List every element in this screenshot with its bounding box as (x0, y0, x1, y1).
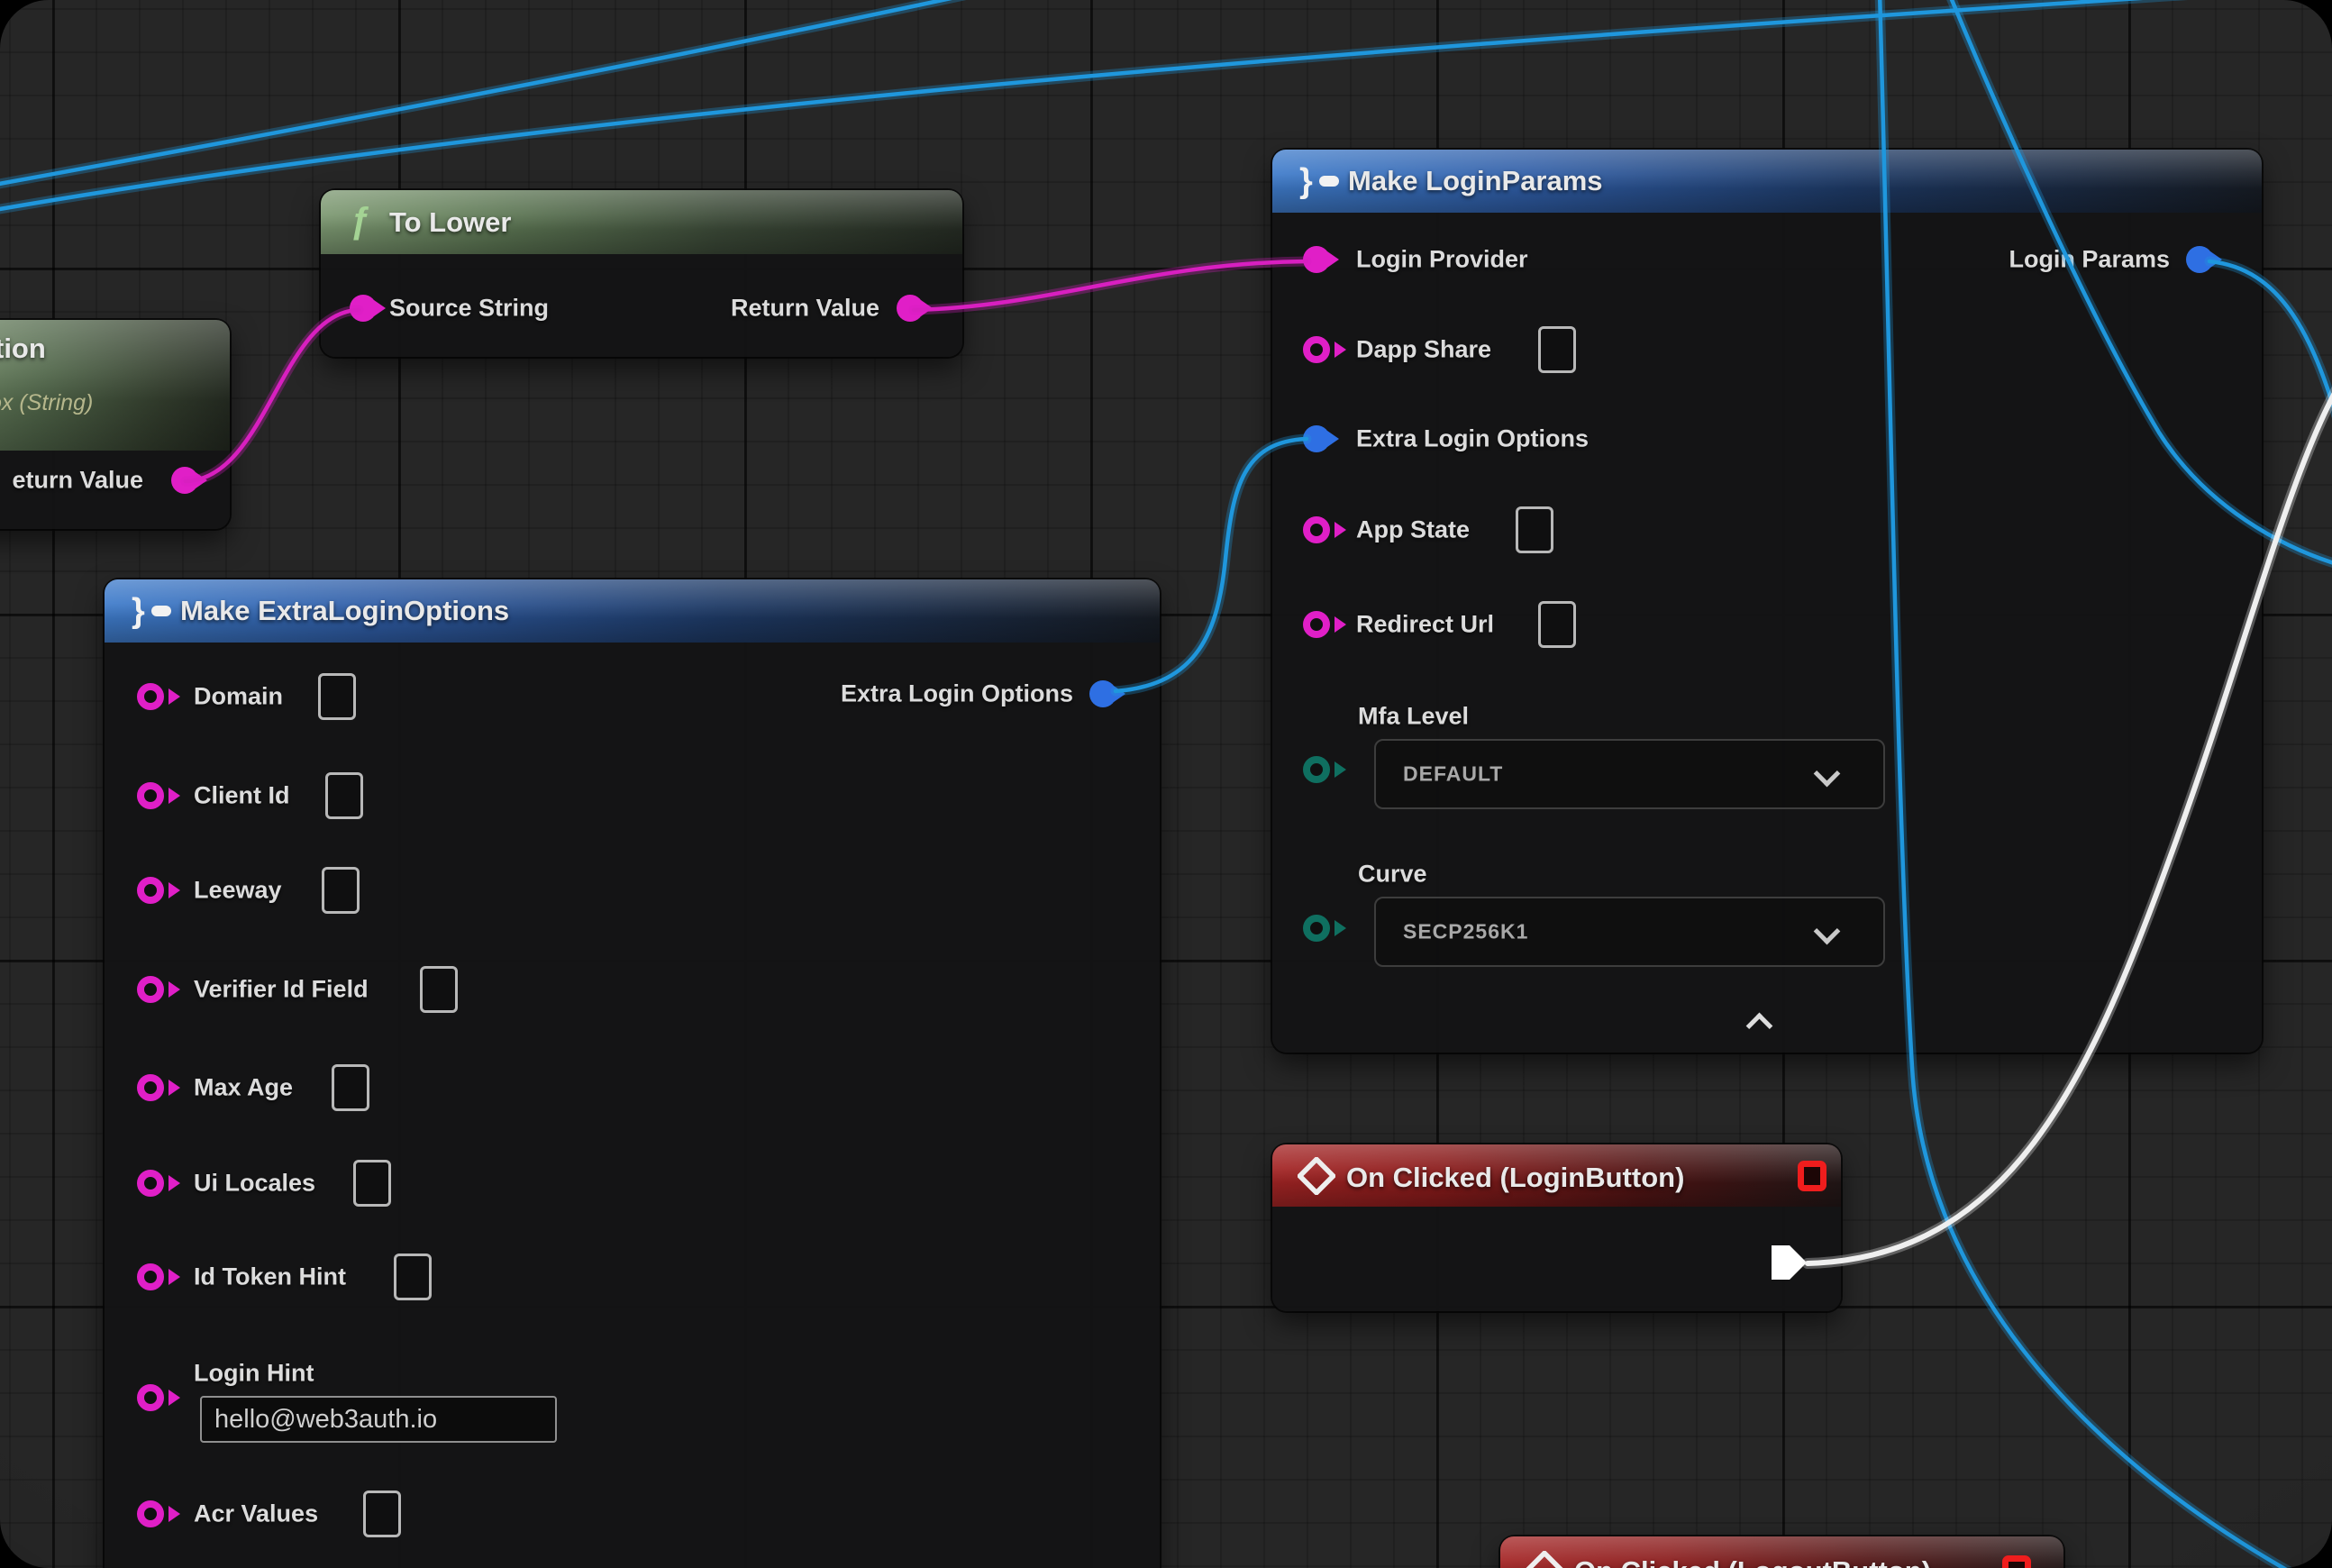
checkbox-verifier-id-field[interactable] (420, 966, 458, 1013)
input-pin-max-age[interactable] (137, 1074, 164, 1101)
input-pin-extra-login-options[interactable] (1303, 425, 1330, 452)
node-title: tion (0, 333, 46, 365)
node-on-clicked-logoutbutton[interactable]: On Clicked (LogoutButton) (1500, 1536, 2063, 1568)
delegate-pin[interactable] (2002, 1555, 2031, 1568)
mfa-level-dropdown[interactable]: DEFAULT (1374, 739, 1885, 809)
curve-dropdown[interactable]: SECP256K1 (1374, 897, 1885, 967)
pin-label-curve: Curve (1358, 861, 1427, 889)
checkbox-app-state[interactable] (1516, 506, 1553, 553)
node-title: On Clicked (LoginButton) (1346, 1162, 1684, 1194)
input-pin-client-id[interactable] (137, 782, 164, 809)
input-pin-curve[interactable] (1303, 915, 1330, 942)
checkbox-leeway[interactable] (322, 867, 360, 914)
blueprint-graph-canvas[interactable]: tion ox (String) eturn Value ƒ To Lower … (0, 0, 2332, 1568)
pin-label-login-provider: Login Provider (1356, 246, 1528, 274)
checkbox-ui-locales[interactable] (353, 1160, 391, 1207)
input-pin-login-hint[interactable] (137, 1384, 164, 1411)
checkbox-max-age[interactable] (332, 1064, 369, 1111)
pin-label-mfa-level: Mfa Level (1358, 703, 1469, 731)
node-title: Make ExtraLoginOptions (180, 595, 509, 627)
input-pin-domain[interactable] (137, 683, 164, 710)
node-subtitle: ox (String) (0, 390, 93, 416)
node-make-loginparams[interactable]: } Make LoginParams Login Params Login Pr… (1272, 150, 2262, 1053)
svg-text:}: } (132, 593, 145, 629)
pin-label-ui-locales: Ui Locales (194, 1170, 315, 1198)
node-make-extraloginoptions[interactable]: } Make ExtraLoginOptions Extra Login Opt… (105, 579, 1160, 1568)
node-title: Make LoginParams (1348, 165, 1603, 197)
node-on-clicked-loginbutton[interactable]: On Clicked (LoginButton) (1272, 1144, 1841, 1311)
input-pin-id-token-hint[interactable] (137, 1263, 164, 1290)
input-pin-mfa-level[interactable] (1303, 756, 1330, 783)
event-diamond-icon (1298, 1157, 1335, 1195)
node-header[interactable]: On Clicked (LogoutButton) (1500, 1536, 2063, 1568)
output-pin-login-params[interactable] (2186, 246, 2213, 273)
pin-label-id-token-hint: Id Token Hint (194, 1263, 346, 1291)
input-pin-dapp-share[interactable] (1303, 336, 1330, 363)
pin-label-login-hint: Login Hint (194, 1360, 314, 1388)
pin-label-max-age: Max Age (194, 1074, 293, 1102)
input-pin-app-state[interactable] (1303, 516, 1330, 543)
pin-label-client-id: Client Id (194, 782, 290, 810)
checkbox-id-token-hint[interactable] (394, 1253, 432, 1300)
delegate-pin[interactable] (1798, 1161, 1826, 1191)
checkbox-client-id[interactable] (325, 772, 363, 819)
pin-label-source-string: Source String (389, 295, 549, 323)
pin-label-dapp-share: Dapp Share (1356, 336, 1491, 364)
pin-label-domain: Domain (194, 683, 283, 711)
chevron-down-icon (1814, 761, 1841, 788)
pin-label-extra-login-options: Extra Login Options (1356, 425, 1589, 453)
node-get-text-partial[interactable]: tion ox (String) eturn Value (0, 320, 230, 529)
chevron-down-icon (1814, 918, 1841, 945)
event-diamond-icon (1526, 1551, 1563, 1568)
output-pin-return-value[interactable] (171, 467, 198, 494)
svg-text:}: } (1299, 163, 1313, 199)
pin-label-return-value: eturn Value (12, 467, 143, 495)
node-header[interactable]: ƒ To Lower (321, 190, 962, 254)
pin-label-acr-values: Acr Values (194, 1500, 318, 1528)
pin-label-verifier-id-field: Verifier Id Field (194, 976, 369, 1004)
node-title: On Clicked (LogoutButton) (1574, 1555, 1931, 1568)
pin-label-return-value: Return Value (731, 295, 879, 323)
curve-value: SECP256K1 (1403, 920, 1528, 944)
login-hint-input[interactable] (200, 1396, 557, 1443)
input-pin-verifier-id-field[interactable] (137, 976, 164, 1003)
input-pin-ui-locales[interactable] (137, 1170, 164, 1197)
output-pin-extra-login-options[interactable] (1089, 680, 1116, 707)
input-pin-redirect-url[interactable] (1303, 611, 1330, 638)
output-pin-return-value[interactable] (897, 295, 924, 322)
node-title: To Lower (389, 206, 511, 239)
exec-output-pin[interactable] (1770, 1244, 1809, 1281)
input-pin-leeway[interactable] (137, 877, 164, 904)
function-icon: ƒ (350, 203, 369, 239)
mfa-level-value: DEFAULT (1403, 762, 1503, 787)
node-to-lower[interactable]: ƒ To Lower Source String Return Value (321, 190, 962, 357)
make-struct-icon: } (132, 593, 173, 629)
node-header[interactable]: tion ox (String) (0, 320, 230, 451)
checkbox-domain[interactable] (318, 673, 356, 720)
node-header[interactable]: On Clicked (LoginButton) (1272, 1144, 1841, 1207)
pin-label-extra-login-options: Extra Login Options (841, 680, 1073, 708)
pin-label-leeway: Leeway (194, 877, 282, 905)
checkbox-dapp-share[interactable] (1538, 326, 1576, 373)
input-pin-login-provider[interactable] (1303, 246, 1330, 273)
make-struct-icon: } (1299, 163, 1341, 199)
pin-label-redirect-url: Redirect Url (1356, 611, 1494, 639)
checkbox-redirect-url[interactable] (1538, 601, 1576, 648)
input-pin-source-string[interactable] (350, 295, 377, 322)
input-pin-acr-values[interactable] (137, 1500, 164, 1527)
pin-label-login-params: Login Params (2009, 246, 2170, 274)
pin-label-app-state: App State (1356, 516, 1470, 544)
checkbox-acr-values[interactable] (363, 1491, 401, 1537)
